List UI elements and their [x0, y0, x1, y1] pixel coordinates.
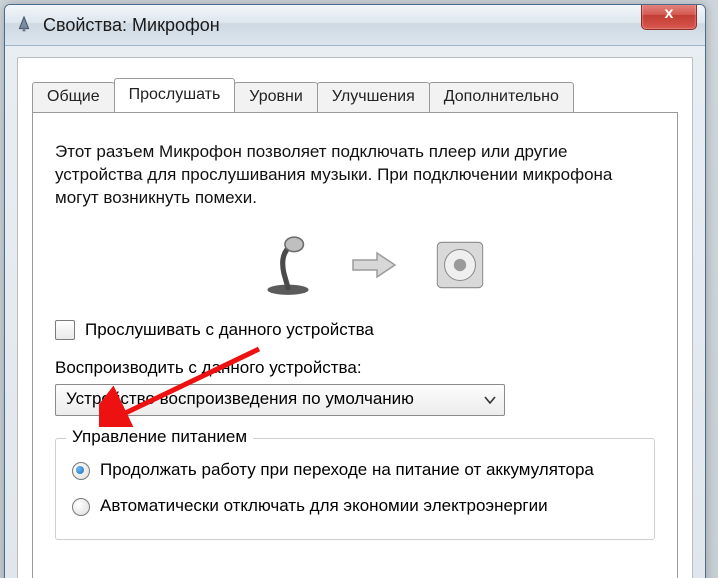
chevron-down-icon	[484, 389, 496, 409]
device-diagram	[55, 232, 655, 302]
listen-checkbox-row[interactable]: Прослушивать с данного устройства	[55, 320, 655, 340]
listen-checkbox[interactable]	[55, 320, 75, 340]
tab-strip: Общие Прослушать Уровни Улучшения Дополн…	[32, 78, 678, 113]
tab-enhancements[interactable]: Улучшения	[317, 82, 430, 113]
tab-listen[interactable]: Прослушать	[114, 78, 236, 113]
tab-page-listen: Этот разъем Микрофон позволяет подключат…	[32, 112, 678, 578]
radio-auto-off[interactable]	[72, 498, 90, 516]
tab-advanced[interactable]: Дополнительно	[429, 82, 574, 113]
tab-general[interactable]: Общие	[32, 82, 115, 113]
client-area: Общие Прослушать Уровни Улучшения Дополн…	[17, 57, 693, 578]
radio-continue-label: Продолжать работу при переходе на питани…	[100, 459, 594, 481]
titlebar[interactable]: Свойства: Микрофон x	[5, 5, 705, 46]
listen-checkbox-label: Прослушивать с данного устройства	[85, 320, 374, 340]
listen-description: Этот разъем Микрофон позволяет подключат…	[55, 141, 655, 210]
power-management-group: Управление питанием Продолжать работу пр…	[55, 438, 655, 540]
microphone-icon	[13, 14, 35, 36]
microphone-device-icon	[255, 232, 321, 302]
arrow-right-icon	[351, 250, 397, 284]
tab-levels[interactable]: Уровни	[234, 82, 318, 113]
power-option-auto-off[interactable]: Автоматически отключать для экономии эле…	[72, 495, 638, 517]
window-title: Свойства: Микрофон	[43, 15, 220, 36]
radio-auto-off-label: Автоматически отключать для экономии эле…	[100, 495, 548, 517]
playback-device-label: Воспроизводить с данного устройства:	[55, 358, 655, 378]
playback-device-select[interactable]: Устройство воспроизведения по умолчанию	[55, 384, 505, 416]
properties-window: Свойства: Микрофон x Общие Прослушать Ур…	[4, 4, 706, 578]
power-option-continue[interactable]: Продолжать работу при переходе на питани…	[72, 459, 638, 481]
close-button[interactable]: x	[641, 4, 697, 30]
close-icon: x	[665, 5, 674, 22]
radio-continue[interactable]	[72, 462, 90, 480]
speaker-device-icon	[427, 232, 493, 302]
power-management-legend: Управление питанием	[66, 427, 253, 447]
playback-device-value: Устройство воспроизведения по умолчанию	[66, 389, 414, 409]
